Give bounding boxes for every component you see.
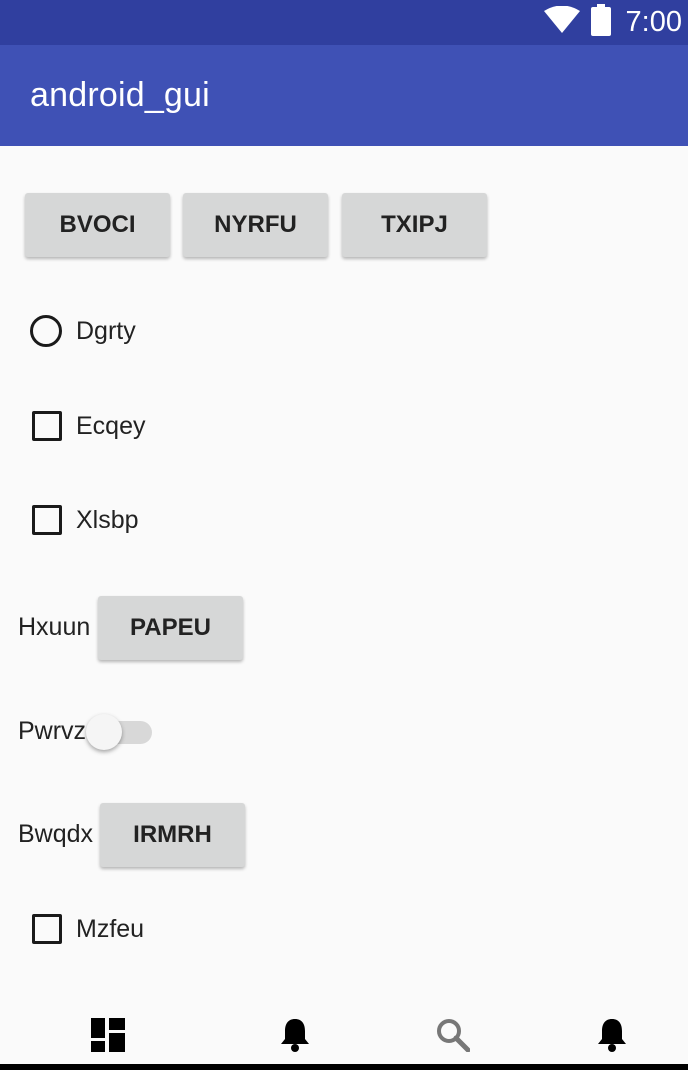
app-title: android_gui xyxy=(30,76,210,114)
radio-button-icon[interactable] xyxy=(30,315,62,347)
hxuun-label: Hxuun xyxy=(18,613,91,641)
nav-dashboard[interactable] xyxy=(22,1010,194,1064)
status-icons: 7:00 xyxy=(543,0,682,45)
checkbox-label: Xlsbp xyxy=(76,505,139,534)
nyrfu-button[interactable]: NYRFU xyxy=(183,193,328,257)
status-bar: 7:00 xyxy=(0,0,688,45)
checkbox-ecqey[interactable]: Ecqey xyxy=(32,411,145,441)
irmrh-button[interactable]: IRMRH xyxy=(100,803,245,867)
pwrvz-label: Pwrvz xyxy=(18,717,87,745)
search-icon xyxy=(436,1018,471,1057)
bwqdx-label: Bwqdx xyxy=(18,820,94,848)
bvoci-button[interactable]: BVOCI xyxy=(25,193,170,257)
dashboard-icon xyxy=(91,1017,125,1057)
notifications-icon xyxy=(596,1017,628,1058)
checkbox-label: Mzfeu xyxy=(76,914,145,943)
bottom-edge xyxy=(0,1064,688,1070)
radio-dgrty[interactable]: Dgrty xyxy=(30,315,136,347)
pwrvz-switch[interactable] xyxy=(86,714,152,750)
checkbox-xlsbp[interactable]: Xlsbp xyxy=(32,505,139,535)
nav-notifications-2[interactable] xyxy=(526,1010,688,1064)
notifications-icon xyxy=(279,1017,311,1058)
radio-label: Dgrty xyxy=(76,316,136,345)
clock: 7:00 xyxy=(625,6,682,38)
app-bar: android_gui xyxy=(0,45,688,146)
checkbox-icon[interactable] xyxy=(32,505,62,535)
checkbox-icon[interactable] xyxy=(32,914,62,944)
nav-notifications[interactable] xyxy=(209,1010,381,1064)
txipj-button[interactable]: TXIPJ xyxy=(342,193,487,257)
papeu-button[interactable]: PAPEU xyxy=(98,596,243,660)
checkbox-icon[interactable] xyxy=(32,411,62,441)
switch-thumb[interactable] xyxy=(86,714,122,750)
bottom-navigation xyxy=(0,1010,688,1070)
wifi-icon xyxy=(543,5,580,39)
nav-search[interactable] xyxy=(367,1010,539,1064)
battery-icon xyxy=(590,4,612,41)
checkbox-mzfeu[interactable]: Mzfeu xyxy=(32,914,144,944)
checkbox-label: Ecqey xyxy=(76,411,146,440)
